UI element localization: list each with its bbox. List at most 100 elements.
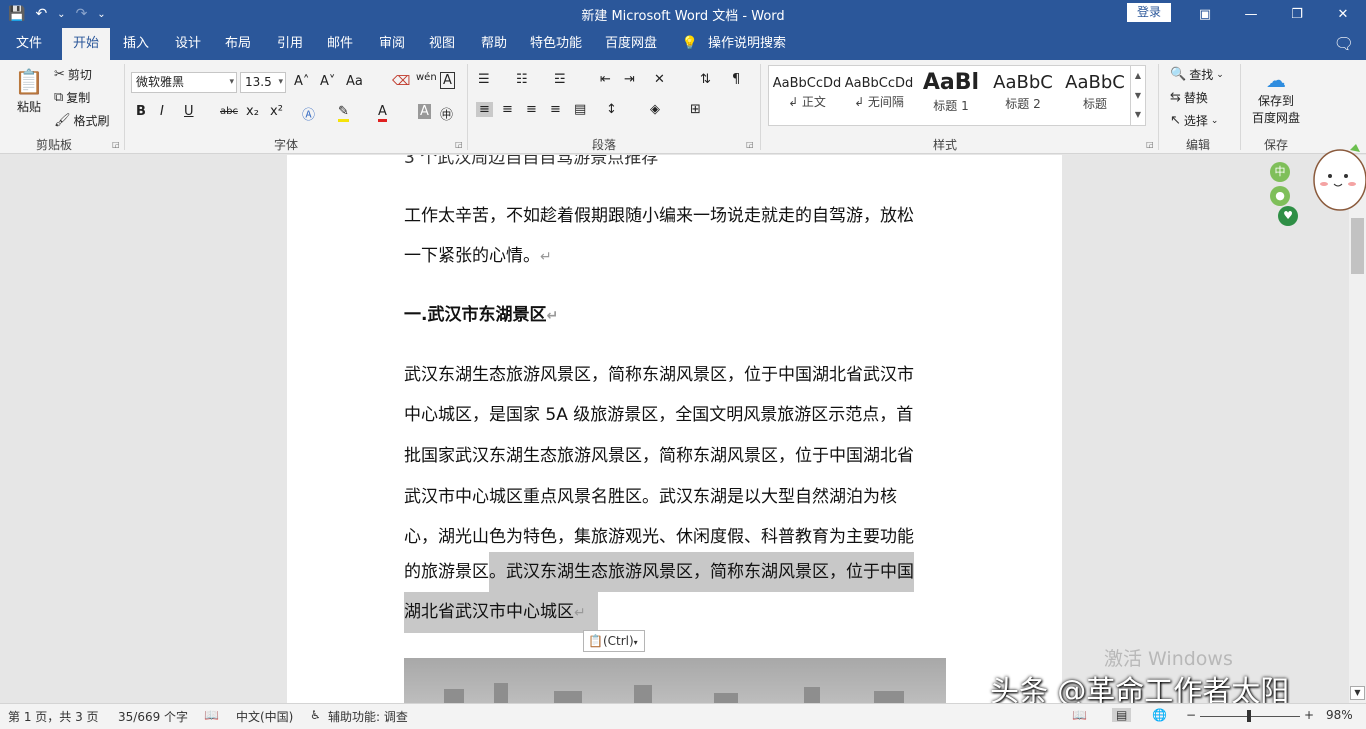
chevron-down-icon[interactable]: ▼ (1131, 86, 1145, 106)
style-normal[interactable]: AaBbCcDd ↲ 正文 (771, 66, 843, 125)
superscript-button[interactable]: x² (270, 104, 283, 119)
word-count[interactable]: 35/669 个字 (118, 708, 188, 725)
scroll-down-icon[interactable]: ▼ (1350, 686, 1365, 700)
align-center-icon[interactable]: ≡ (502, 102, 513, 117)
zoom-out-button[interactable]: − (1186, 708, 1196, 722)
read-mode-icon[interactable]: 📖 (1072, 708, 1087, 722)
style-heading-1[interactable]: AaBl 标题 1 (915, 66, 987, 125)
align-left-icon[interactable]: ≡ (476, 102, 493, 117)
dot-badge[interactable]: ● (1270, 186, 1290, 206)
tab-home[interactable]: 开始 (62, 28, 110, 60)
char-border-icon[interactable]: A (440, 72, 455, 89)
language-indicator[interactable]: 中文(中国) (236, 708, 293, 725)
page-count[interactable]: 第 1 页，共 3 页 (8, 708, 99, 725)
style-heading-2[interactable]: AaBbC 标题 2 (987, 66, 1059, 125)
format-painter-button[interactable]: 🖌 格式刷 (54, 112, 110, 129)
sort-icon[interactable]: ⇅ (700, 72, 711, 87)
chevron-down-icon: ▾ (229, 77, 234, 87)
tab-layout[interactable]: 布局 (218, 28, 258, 60)
ime-badge[interactable]: 中 (1270, 162, 1290, 182)
zoom-in-button[interactable]: + (1304, 708, 1314, 722)
intro-line-1: 工作太辛苦，不如趁着假期跟随小编来一场说走就走的自驾游，放松 (404, 206, 914, 226)
heart-badge[interactable]: ♥ (1278, 206, 1298, 226)
italic-button[interactable]: I (160, 104, 164, 119)
style-title[interactable]: AaBbC 标题 (1059, 66, 1131, 125)
accessibility-status[interactable]: 辅助功能: 调查 (328, 708, 408, 725)
strikethrough-button[interactable]: abc (220, 106, 238, 117)
text-effects-icon[interactable]: Ⓐ (302, 104, 315, 123)
copy-button[interactable]: ⧉ 复制 (54, 89, 90, 106)
accessibility-icon[interactable]: ♿ (310, 708, 321, 722)
dialog-launcher-icon[interactable]: ◲ (746, 140, 754, 149)
save-to-baidu-button[interactable]: ☁ 保存到 百度网盘 (1252, 68, 1300, 126)
font-size-combo[interactable]: 13.5 ▾ (240, 72, 286, 93)
web-layout-icon[interactable]: 🌐 (1152, 708, 1167, 722)
dialog-launcher-icon[interactable]: ◲ (455, 140, 463, 149)
dialog-launcher-icon[interactable]: ◲ (112, 140, 120, 149)
style-no-spacing[interactable]: AaBbCcDd ↲ 无间隔 (843, 66, 915, 125)
ribbon-display-icon[interactable]: ▣ (1182, 0, 1228, 28)
dialog-launcher-icon[interactable]: ◲ (1146, 140, 1154, 149)
close-icon[interactable]: ✕ (1320, 0, 1366, 28)
styles-gallery-scroll[interactable]: ▲ ▼ ▼ (1130, 66, 1145, 125)
chevron-up-icon[interactable]: ▲ (1131, 66, 1145, 86)
shading-icon[interactable]: ◈ (650, 102, 660, 117)
tab-view[interactable]: 视图 (422, 28, 462, 60)
print-layout-icon[interactable]: ▤ (1112, 708, 1132, 722)
tab-baidu-netdisk[interactable]: 百度网盘 (600, 28, 662, 60)
body-line: 心，湖光山色为特色，集旅游观光、休闲度假、科普教育为主要功能 (404, 527, 914, 547)
tab-mailings[interactable]: 邮件 (320, 28, 360, 60)
paste-button[interactable]: 📋 粘贴 (14, 68, 44, 115)
font-color-icon[interactable]: A (378, 104, 387, 122)
style-name: ↲ 无间隔 (854, 95, 904, 109)
comments-icon[interactable]: 🗨 (1334, 34, 1354, 53)
clear-format-icon[interactable]: ⌫ (392, 74, 410, 89)
zoom-slider-thumb[interactable] (1247, 710, 1251, 722)
subscript-button[interactable]: x₂ (246, 104, 259, 119)
align-right-icon[interactable]: ≡ (526, 102, 537, 117)
replace-button[interactable]: ⇆ 替换 (1170, 89, 1208, 106)
shrink-font-button[interactable]: A˅ (320, 74, 335, 89)
bullets-icon[interactable]: ☰ (478, 72, 490, 87)
paste-options-button[interactable]: 📋(Ctrl)▾ (583, 630, 645, 652)
embedded-photo[interactable] (404, 658, 946, 703)
show-marks-icon[interactable]: ¶ (732, 72, 740, 87)
tab-file[interactable]: 文件 (8, 28, 50, 60)
tab-special-features[interactable]: 特色功能 (526, 28, 586, 60)
tab-review[interactable]: 审阅 (372, 28, 412, 60)
increase-indent-icon[interactable]: ⇥ (624, 72, 635, 87)
char-shading-icon[interactable]: A (418, 104, 431, 119)
zoom-level[interactable]: 98% (1326, 708, 1353, 722)
login-button[interactable]: 登录 (1127, 3, 1171, 22)
distribute-icon[interactable]: ▤ (574, 102, 586, 117)
underline-button[interactable]: U (184, 104, 194, 119)
find-button[interactable]: 🔍 查找 ⌄ (1170, 66, 1224, 83)
change-case-button[interactable]: Aa (346, 74, 363, 89)
proofing-icon[interactable]: 📖 (204, 708, 219, 722)
document-page[interactable]: 3 个武汉周边自自自驾游景点推荐 工作太辛苦，不如趁着假期跟随小编来一场说走就走… (287, 155, 1062, 703)
minimize-icon[interactable]: — (1228, 0, 1274, 28)
borders-icon[interactable]: ⊞ (690, 102, 701, 117)
line-spacing-icon[interactable]: ↕ (606, 102, 617, 117)
tab-help[interactable]: 帮助 (474, 28, 514, 60)
font-name-combo[interactable]: 微软雅黑 ▾ (131, 72, 237, 93)
decrease-indent-icon[interactable]: ⇤ (600, 72, 611, 87)
phonetic-guide-icon[interactable]: wén (416, 72, 437, 83)
tab-design[interactable]: 设计 (168, 28, 208, 60)
mascot-image[interactable] (1300, 140, 1366, 236)
cut-button[interactable]: ✂ 剪切 (54, 66, 92, 83)
tab-insert[interactable]: 插入 (116, 28, 156, 60)
chinese-layout-icon[interactable]: ✕ (654, 72, 665, 87)
enclose-char-icon[interactable]: ㊥ (440, 104, 453, 123)
multilevel-list-icon[interactable]: ☲ (554, 72, 566, 87)
tab-references[interactable]: 引用 (270, 28, 310, 60)
select-button[interactable]: ↖ 选择 ⌄ (1170, 112, 1218, 129)
bold-button[interactable]: B (136, 104, 146, 119)
tell-me-search[interactable]: 操作说明搜索 (704, 28, 790, 60)
grow-font-button[interactable]: A˄ (294, 74, 309, 89)
numbering-icon[interactable]: ☷ (516, 72, 528, 87)
justify-icon[interactable]: ≡ (550, 102, 561, 117)
restore-icon[interactable]: ❐ (1274, 0, 1320, 28)
more-styles-icon[interactable]: ▼ (1131, 106, 1145, 124)
highlight-icon[interactable]: ✎ (338, 104, 349, 122)
